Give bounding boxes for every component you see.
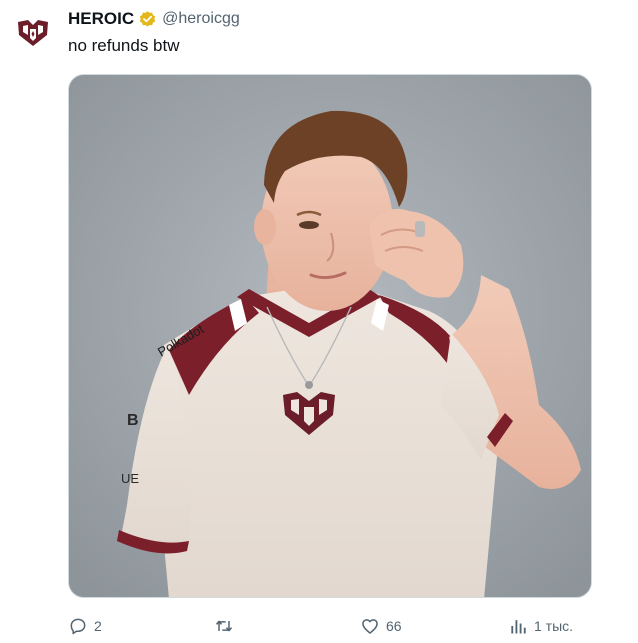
avatar[interactable] <box>13 13 53 53</box>
tweet[interactable]: HEROIC @heroicgg no refunds btw Polkadot… <box>0 0 638 643</box>
tweet-header: HEROIC @heroicgg <box>68 7 240 31</box>
display-name[interactable]: HEROIC <box>68 9 134 29</box>
like-button[interactable]: 66 <box>360 612 402 640</box>
like-count: 66 <box>386 618 402 634</box>
retweet-button[interactable] <box>214 612 240 640</box>
heart-icon <box>362 619 378 634</box>
heroic-logo-icon <box>18 20 48 46</box>
views-count: 1 тыс. <box>534 618 574 634</box>
retweet-icon <box>215 620 233 632</box>
views-button[interactable]: 1 тыс. <box>508 612 573 640</box>
analytics-icon <box>511 620 526 634</box>
reply-count: 2 <box>94 618 102 634</box>
verified-badge-icon[interactable] <box>138 10 157 29</box>
tweet-actions: 2 66 1 тыс. <box>68 612 588 640</box>
player-photo-image: Polkadot B UE <box>69 75 591 597</box>
handle[interactable]: @heroicgg <box>162 10 240 28</box>
svg-text:UE: UE <box>121 471 139 486</box>
svg-text:B: B <box>127 412 139 429</box>
reply-icon <box>70 618 86 635</box>
reply-button[interactable]: 2 <box>68 612 102 640</box>
tweet-text: no refunds btw <box>68 36 180 55</box>
tweet-photo[interactable]: Polkadot B UE <box>68 74 592 598</box>
